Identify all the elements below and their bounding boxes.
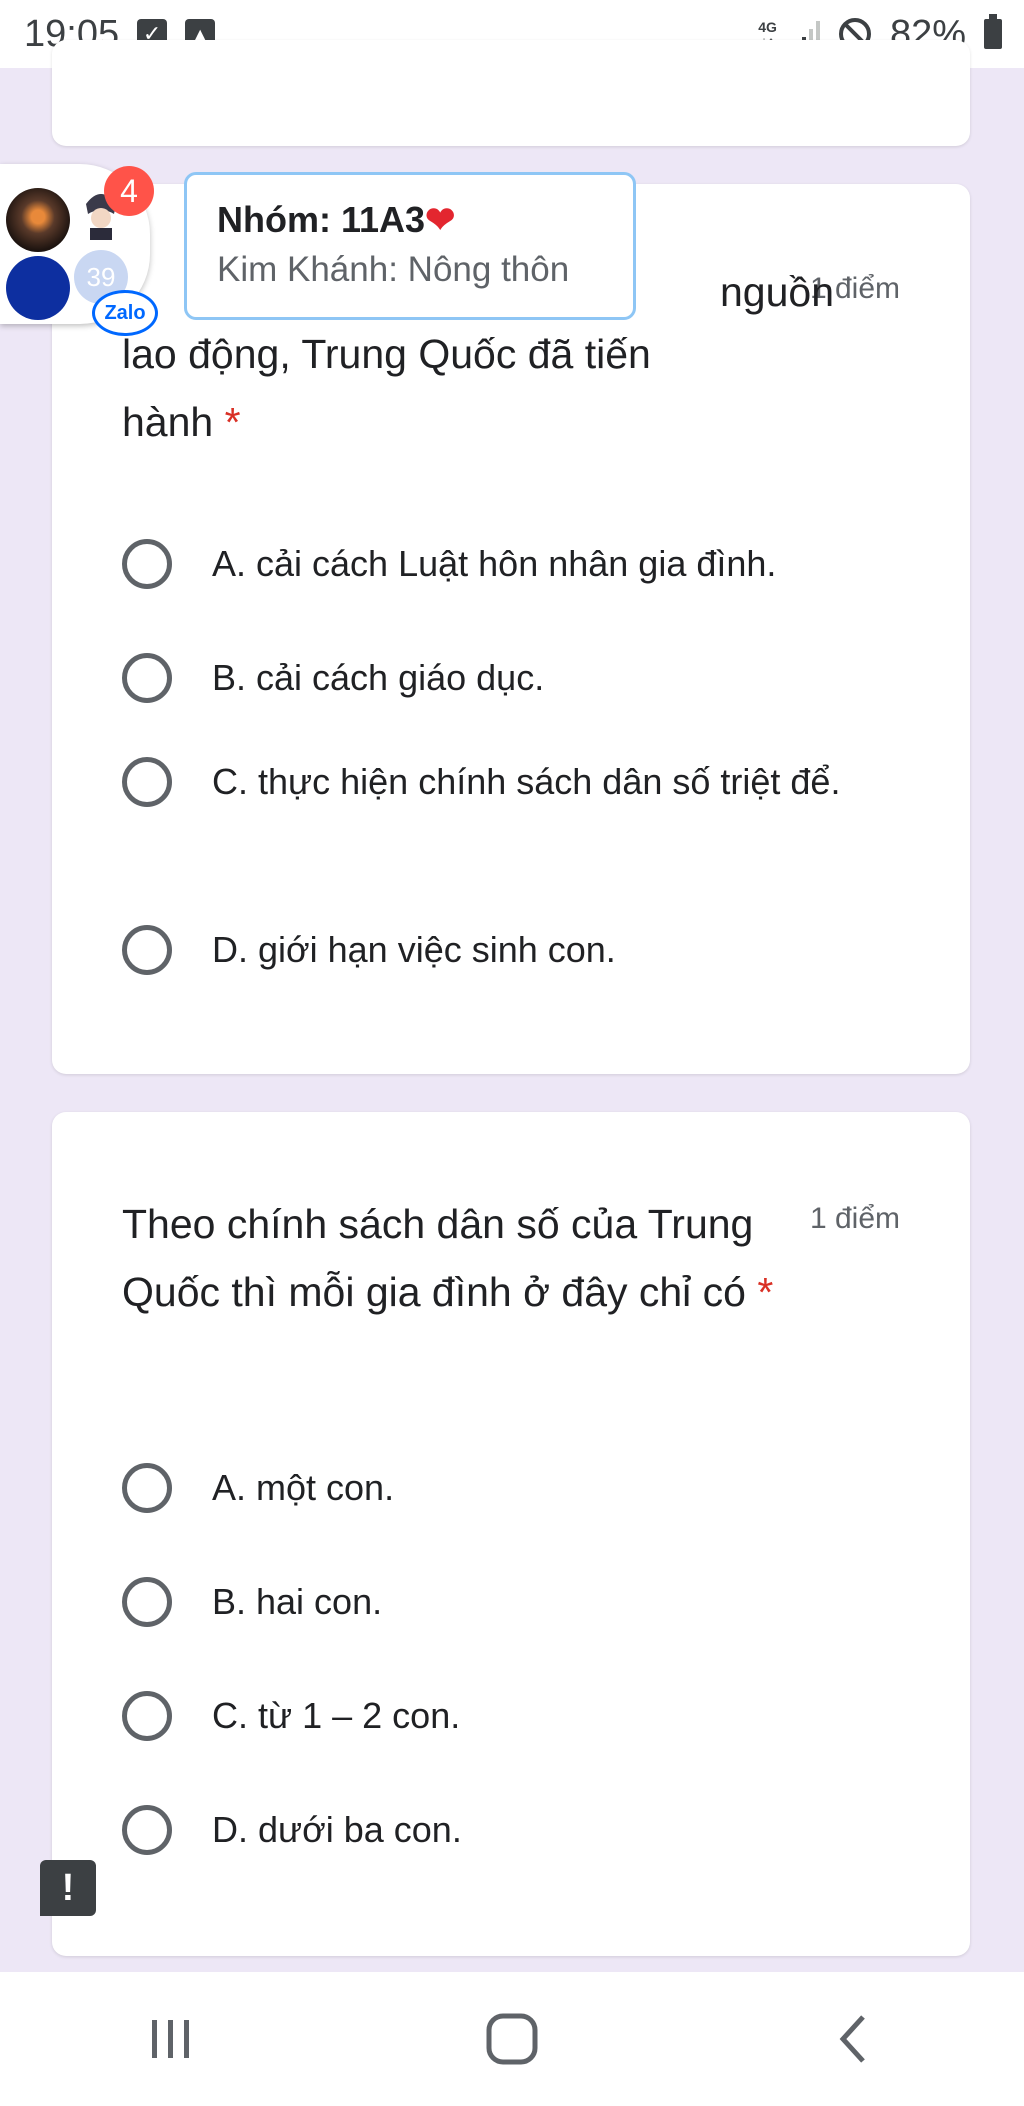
radio-button[interactable] — [122, 1805, 172, 1855]
required-asterisk: * — [757, 1269, 774, 1315]
popup-group-title: Nhóm: 11A3 — [217, 199, 426, 240]
option-d[interactable]: D. giới hạn việc sinh con. — [122, 922, 962, 978]
required-asterisk: * — [224, 399, 241, 445]
option-c[interactable]: C. từ 1 – 2 con. — [122, 1688, 962, 1744]
battery-icon — [984, 14, 1002, 49]
blue-avatar — [6, 256, 70, 320]
option-d[interactable]: D. dưới ba con. — [122, 1802, 962, 1858]
report-feedback-icon[interactable]: ! — [40, 1860, 96, 1916]
option-b[interactable]: B. cải cách giáo dục. — [122, 650, 962, 706]
previous-question-card — [52, 40, 970, 146]
radio-button[interactable] — [122, 1691, 172, 1741]
navigation-bar — [0, 1972, 1024, 2106]
points-label: 1 điểm — [809, 1202, 900, 1235]
recent-apps-button[interactable] — [111, 1994, 231, 2084]
question-card-2: 1 điểm Theo chính sách dân số của Trung … — [52, 1112, 970, 1956]
question-text: Theo chính sách dân số của Trung Quốc th… — [122, 1201, 774, 1315]
radio-button[interactable] — [122, 653, 172, 703]
radio-button[interactable] — [122, 1577, 172, 1627]
radio-button[interactable] — [122, 1463, 172, 1513]
option-a[interactable]: A. một con. — [122, 1460, 962, 1516]
popup-message: Nông thôn — [407, 250, 570, 289]
option-a[interactable]: A. cải cách Luật hôn nhân gia đình. — [122, 536, 962, 592]
option-c[interactable]: C. thực hiện chính sách dân số triệt để. — [122, 754, 962, 810]
radio-button[interactable] — [122, 539, 172, 589]
sunset-avatar — [6, 188, 70, 252]
popup-sender: Kim Khánh — [217, 250, 389, 289]
back-icon — [839, 2015, 866, 2063]
zalo-message-popup[interactable]: Nhóm: 11A3❤ Kim Khánh: Nông thôn — [184, 172, 636, 320]
zalo-logo-icon: Zalo — [92, 290, 158, 336]
heart-icon: ❤ — [425, 199, 456, 240]
option-b[interactable]: B. hai con. — [122, 1574, 962, 1630]
radio-button[interactable] — [122, 925, 172, 975]
home-button[interactable] — [452, 1994, 572, 2084]
back-button[interactable] — [793, 1994, 913, 2084]
unread-badge: 4 — [104, 166, 154, 216]
radio-button[interactable] — [122, 757, 172, 807]
home-icon — [486, 2013, 538, 2065]
recent-apps-icon — [151, 2020, 189, 2058]
